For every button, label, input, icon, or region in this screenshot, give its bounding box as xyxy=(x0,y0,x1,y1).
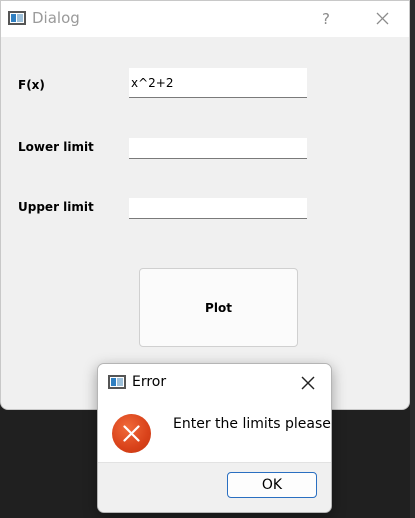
desktop-background xyxy=(410,0,415,518)
fx-label: F(x) xyxy=(18,78,45,92)
dialog-titlebar[interactable]: Dialog ? xyxy=(1,1,409,37)
error-footer: OK xyxy=(98,462,331,512)
app-window-icon xyxy=(108,375,126,389)
main-dialog-window: Dialog ? F(x) Lower limit Upper limit Pl… xyxy=(0,0,410,410)
error-close-button[interactable] xyxy=(296,372,320,394)
upper-limit-input[interactable] xyxy=(129,198,307,219)
error-message-box: Error Enter the limits please OK xyxy=(97,363,332,513)
dialog-title: Dialog xyxy=(32,9,80,27)
lower-limit-input[interactable] xyxy=(129,138,307,159)
ok-button[interactable]: OK xyxy=(227,472,317,498)
close-icon xyxy=(376,12,389,25)
dialog-close-button[interactable] xyxy=(367,5,397,33)
lower-limit-label: Lower limit xyxy=(18,140,94,154)
error-icon xyxy=(112,414,151,453)
upper-limit-label: Upper limit xyxy=(18,200,94,214)
error-titlebar[interactable]: Error xyxy=(98,364,331,401)
help-button[interactable]: ? xyxy=(313,5,339,33)
error-message: Enter the limits please xyxy=(173,416,331,432)
app-window-icon xyxy=(8,11,26,25)
error-body: Enter the limits please xyxy=(98,401,331,462)
plot-button[interactable]: Plot xyxy=(139,268,298,347)
fx-input[interactable] xyxy=(129,68,307,98)
error-title: Error xyxy=(132,374,167,390)
close-icon xyxy=(301,376,315,390)
